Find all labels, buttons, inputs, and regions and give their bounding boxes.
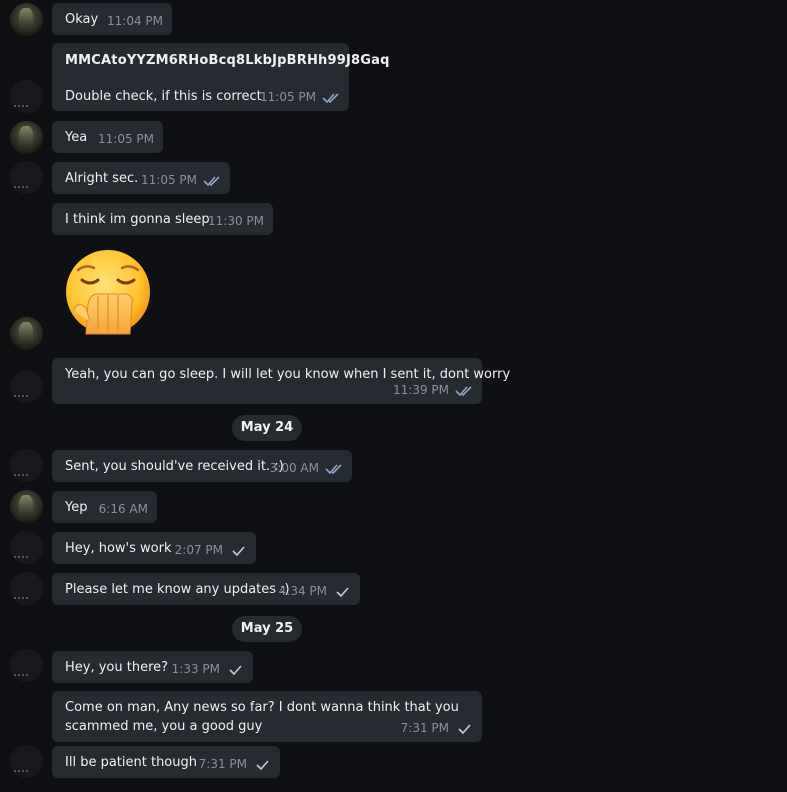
sent-check-icon — [229, 545, 247, 557]
message-time: 1:33 PM — [171, 662, 220, 676]
message-text: Alright sec. — [65, 171, 139, 186]
avatar-self[interactable] — [10, 161, 43, 194]
message-time: 7:31 PM — [400, 721, 449, 735]
message-text: Yea — [65, 130, 88, 145]
yawning-face-emoji[interactable] — [64, 250, 152, 338]
message-time: 11:39 PM — [393, 383, 449, 397]
avatar-contact[interactable] — [10, 490, 43, 523]
avatar-self[interactable] — [10, 745, 43, 778]
read-double-check-icon — [455, 385, 473, 397]
message-text: Okay — [65, 12, 99, 27]
message-bubble[interactable]: Please let me know any updates :) 4:34 P… — [52, 573, 360, 605]
read-double-check-icon — [203, 175, 221, 187]
message-text: Hey, how's work — [65, 541, 172, 556]
message-bubble[interactable]: Yea 11:05 PM — [52, 121, 163, 153]
avatar-self[interactable] — [10, 80, 43, 113]
message-time: 3:00 AM — [269, 461, 319, 475]
date-label: May 24 — [240, 420, 294, 435]
message-text: Come on man, Any news so far? I dont wan… — [65, 700, 459, 715]
wallet-address-text: MMCAtoYYZM6RHoBcq8LkbJpBRHh99J8Gaq — [65, 53, 390, 68]
message-bubble[interactable]: Hey, you there? 1:33 PM — [52, 651, 253, 683]
message-bubble[interactable]: I think im gonna sleep 11:30 PM — [52, 203, 273, 235]
message-time: 6:16 AM — [98, 502, 148, 516]
avatar-self[interactable] — [10, 449, 43, 482]
sent-check-icon — [253, 759, 271, 771]
scrollbar[interactable] — [781, 0, 787, 792]
message-text: Yep — [65, 500, 88, 515]
message-time: 11:05 PM — [141, 173, 197, 187]
message-text: Hey, you there? — [65, 660, 169, 675]
message-time: 4:34 PM — [278, 584, 327, 598]
date-separator: May 25 — [232, 616, 302, 642]
message-time: 7:31 PM — [198, 757, 247, 771]
sent-check-icon — [226, 664, 244, 676]
message-text: I think im gonna sleep — [65, 212, 210, 227]
message-text: Please let me know any updates :) — [65, 582, 290, 597]
message-text: Sent, you should've received it. :) — [65, 459, 284, 474]
avatar-contact[interactable] — [10, 3, 43, 36]
avatar-self[interactable] — [10, 649, 43, 682]
message-bubble[interactable]: Hey, how's work 2:07 PM — [52, 532, 256, 564]
avatar-self[interactable] — [10, 572, 43, 605]
message-time: 11:05 PM — [260, 90, 316, 104]
message-text: Ill be patient though — [65, 755, 197, 770]
read-double-check-icon — [325, 463, 343, 475]
message-bubble[interactable]: Sent, you should've received it. :) 3:00… — [52, 450, 352, 482]
message-bubble[interactable]: Okay 11:04 PM — [52, 3, 172, 35]
message-bubble[interactable]: Alright sec. 11:05 PM — [52, 162, 230, 194]
avatar-contact[interactable] — [10, 317, 43, 350]
message-time: 2:07 PM — [174, 543, 223, 557]
avatar-self[interactable] — [10, 370, 43, 403]
message-bubble[interactable]: Yeah, you can go sleep. I will let you k… — [52, 358, 510, 404]
sent-check-icon — [333, 586, 351, 598]
message-bubble[interactable]: MMCAtoYYZM6RHoBcq8LkbJpBRHh99J8Gaq Doubl… — [52, 43, 390, 111]
date-separator: May 24 — [232, 415, 302, 441]
date-label: May 25 — [240, 621, 294, 636]
read-double-check-icon — [322, 92, 340, 104]
message-time: 11:30 PM — [208, 214, 264, 228]
message-bubble[interactable]: Come on man, Any news so far? I dont wan… — [52, 691, 482, 742]
avatar-self[interactable] — [10, 531, 43, 564]
message-bubble[interactable]: Yep 6:16 AM — [52, 491, 157, 523]
sent-check-icon — [455, 723, 473, 735]
message-time: 11:04 PM — [107, 14, 163, 28]
avatar-contact[interactable] — [10, 121, 43, 154]
message-time: 11:05 PM — [98, 132, 154, 146]
message-bubble[interactable]: Ill be patient though 7:31 PM — [52, 746, 280, 778]
